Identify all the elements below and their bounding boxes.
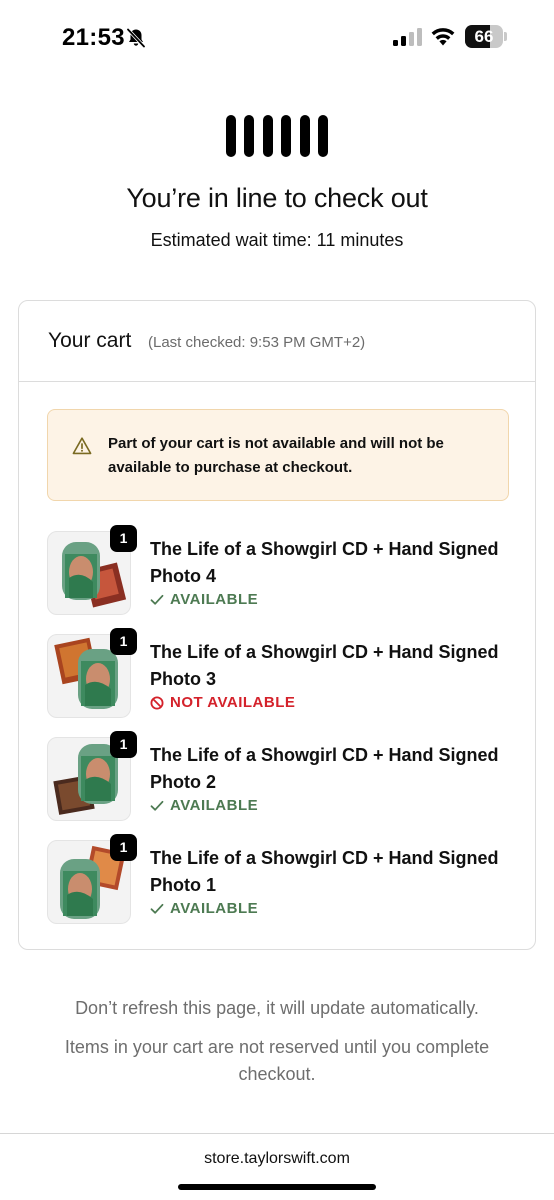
item-name[interactable]: The Life of a Showgirl CD + Hand Signed …	[150, 639, 515, 693]
cart-item[interactable]: 1 The Life of a Showgirl CD + Hand Signe…	[47, 525, 517, 621]
browser-url-bar[interactable]: store.taylorswift.com	[0, 1133, 554, 1200]
cart-title: Your cart	[48, 329, 132, 352]
checkmark-icon	[150, 903, 164, 914]
prohibited-icon	[150, 696, 164, 709]
alert-message: Part of your cart is not available and w…	[108, 435, 444, 476]
checkmark-icon	[150, 800, 164, 811]
queue-logo	[226, 115, 328, 157]
battery-icon: 66	[465, 25, 507, 48]
cart-last-checked: (Last checked: 9:53 PM GMT+2)	[148, 334, 366, 351]
quantity-badge: 1	[110, 834, 137, 861]
item-status-label: AVAILABLE	[170, 797, 259, 814]
item-status-label: AVAILABLE	[170, 591, 259, 608]
queue-title: You’re in line to check out	[126, 183, 428, 213]
item-status: AVAILABLE	[150, 797, 258, 814]
bell-slash-icon	[126, 27, 146, 49]
url-text[interactable]: store.taylorswift.com	[0, 1150, 554, 1168]
item-status-label: NOT AVAILABLE	[170, 694, 296, 711]
availability-alert: Part of your cart is not available and w…	[47, 409, 509, 501]
item-name[interactable]: The Life of a Showgirl CD + Hand Signed …	[150, 536, 515, 590]
refresh-note: Don’t refresh this page, it will update …	[75, 998, 479, 1018]
estimated-wait-time: Estimated wait time: 11 minutes	[150, 230, 404, 250]
wifi-icon	[431, 28, 455, 46]
cart-item[interactable]: 1 The Life of a Showgirl CD + Hand Signe…	[47, 834, 517, 930]
item-status: AVAILABLE	[150, 591, 258, 608]
item-status-label: AVAILABLE	[170, 900, 259, 917]
warning-triangle-icon	[72, 437, 92, 455]
item-name[interactable]: The Life of a Showgirl CD + Hand Signed …	[150, 845, 515, 899]
battery-percent: 66	[474, 27, 494, 46]
quantity-badge: 1	[110, 628, 137, 655]
quantity-badge: 1	[110, 731, 137, 758]
cart-item[interactable]: 1 The Life of a Showgirl CD + Hand Signe…	[47, 731, 517, 827]
item-status: AVAILABLE	[150, 900, 258, 917]
checkmark-icon	[150, 594, 164, 605]
cellular-signal-icon	[393, 28, 422, 46]
home-indicator[interactable]	[178, 1184, 376, 1190]
reserved-note: Items in your cart are not reserved unti…	[64, 1037, 490, 1084]
status-time: 21:53	[62, 24, 125, 51]
cart-card: Your cart (Last checked: 9:53 PM GMT+2) …	[18, 300, 536, 950]
item-name[interactable]: The Life of a Showgirl CD + Hand Signed …	[150, 742, 515, 796]
item-status: NOT AVAILABLE	[150, 694, 295, 711]
cart-item[interactable]: 1 The Life of a Showgirl CD + Hand Signe…	[47, 628, 517, 724]
cart-header: Your cart (Last checked: 9:53 PM GMT+2)	[19, 301, 535, 382]
status-bar: 21:53 66	[0, 0, 554, 76]
quantity-badge: 1	[110, 525, 137, 552]
